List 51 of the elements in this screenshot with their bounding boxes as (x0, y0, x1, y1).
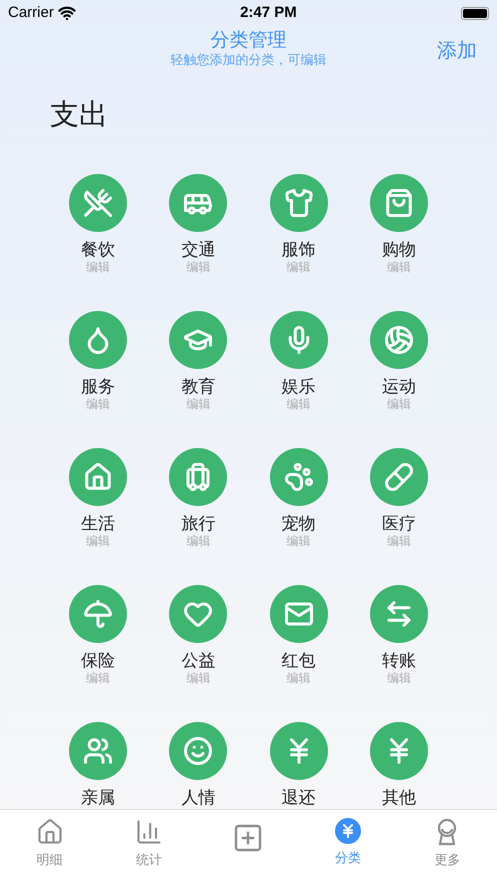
edit-hint[interactable]: 编辑 (186, 396, 210, 410)
clock-time: 2:47 PM (240, 2, 297, 23)
category-name: 人情 (181, 788, 216, 808)
category-name: 公益 (181, 650, 216, 670)
edit-hint[interactable]: 编辑 (286, 396, 311, 410)
add-link[interactable]: 添加 (437, 36, 477, 66)
category-name: 其他 (382, 788, 416, 808)
category-name: 生活 (81, 514, 116, 534)
category-name: 运动 (382, 376, 416, 396)
tab-item[interactable]: 分类 (298, 810, 398, 883)
tab-item[interactable]: 统计 (99, 810, 199, 883)
category-name: 红包 (282, 650, 316, 670)
bar-chart-icon (135, 818, 164, 846)
category-name: 娱乐 (282, 376, 316, 396)
category-name: 旅行 (181, 514, 216, 534)
page-title: 分类管理 (210, 30, 286, 52)
category-name: 服务 (81, 376, 116, 396)
category-name: 教育 (181, 376, 216, 396)
edit-hint[interactable]: 编辑 (86, 260, 110, 274)
carrier-label: Carrier (8, 2, 54, 23)
category-name: 退还 (282, 788, 316, 808)
house-icon (36, 818, 64, 846)
page-subtitle: 轻触您添加的分类，可编辑 (170, 52, 326, 68)
edit-hint[interactable]: 编辑 (186, 260, 210, 274)
wifi-icon (58, 4, 76, 22)
category-name: 亲属 (81, 788, 116, 808)
edit-hint[interactable]: 编辑 (286, 260, 311, 274)
category-name: 服饰 (282, 240, 316, 260)
category-name: 餐饮 (81, 240, 116, 260)
edit-hint[interactable]: 编辑 (286, 534, 311, 548)
edit-hint[interactable]: 编辑 (386, 534, 411, 548)
edit-hint[interactable]: 编辑 (86, 534, 110, 548)
battery-icon (460, 6, 489, 20)
edit-hint[interactable]: 编辑 (86, 670, 110, 684)
tab-item[interactable]: 明细 (0, 810, 100, 883)
edit-hint[interactable]: 编辑 (286, 670, 311, 684)
edit-hint[interactable]: 编辑 (186, 670, 210, 684)
edit-hint[interactable]: 编辑 (86, 396, 110, 410)
category-name: 医疗 (382, 514, 416, 534)
edit-hint[interactable]: 编辑 (386, 260, 411, 274)
tab-item[interactable]: 更多 (398, 810, 497, 883)
category-name: 宠物 (282, 514, 316, 534)
yen-icon (334, 818, 361, 844)
category-name: 转账 (382, 650, 416, 670)
section-title: 支出 (50, 98, 109, 133)
category-name: 交通 (181, 240, 216, 260)
edit-hint[interactable]: 编辑 (386, 670, 411, 684)
edit-hint[interactable]: 编辑 (186, 534, 210, 548)
edit-hint[interactable]: 编辑 (386, 396, 411, 410)
category-name: 保险 (81, 650, 116, 670)
category-name: 购物 (382, 240, 416, 260)
